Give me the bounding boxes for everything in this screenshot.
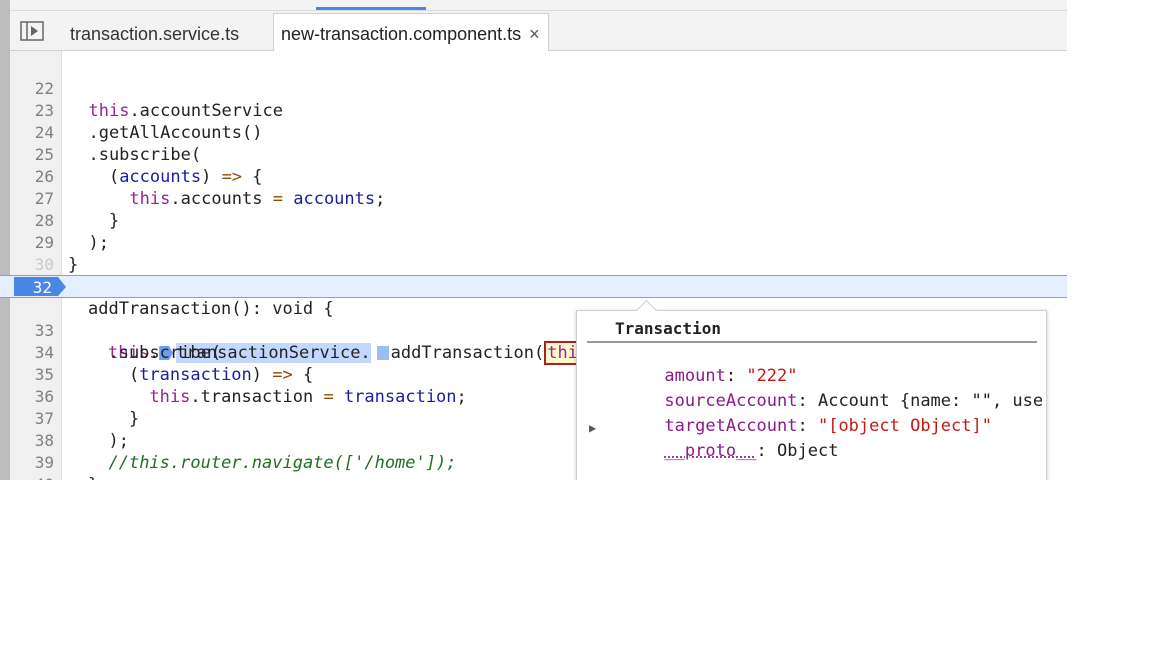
toggle-navigator-icon[interactable] [20,21,44,41]
divider [587,341,1037,343]
property-value: Object [777,441,839,461]
code-line: 24 .subscribe( [0,100,1067,165]
active-panel-indicator [316,7,426,10]
code-line: 30 [0,232,1067,274]
tab-label: transaction.service.ts [70,24,240,44]
tab-transaction-service[interactable]: transaction.service.ts [70,13,239,51]
code-line: 31 addTransaction(): void { [0,254,1067,319]
close-icon[interactable]: × [529,14,540,54]
variable-inspector-popover: Transaction amount: "222" ▶sourceAccount… [576,299,1047,480]
code-line: 27 } [0,166,1067,231]
code-line: 29 } [0,210,1067,275]
code-line: 28 ); [0,188,1067,253]
current-execution-line: 32 this. transactionService. addTransactio… [0,275,1067,365]
popover-title: Transaction [615,319,721,338]
top-toolbar [10,0,1067,11]
tab-label: new-transaction.component.ts [281,24,522,44]
code-line: 22 this.accountService [0,56,1067,121]
line-number[interactable]: 40 [10,474,54,480]
code-text: } [88,474,98,480]
property-value: "[object Object]" [817,416,992,436]
tab-new-transaction-component[interactable]: new-transaction.component.ts × [273,13,549,51]
code-line: 23 .getAllAccounts() [0,78,1067,143]
property-proto[interactable]: ▶ __proto__: Object [589,421,839,480]
code-line: 26 this.accounts = accounts; [0,144,1067,209]
expand-triangle-icon[interactable]: ▶ [589,421,596,435]
breakpoint-marker[interactable]: 32 [14,277,58,297]
code-line: 25 (accounts) => { [0,122,1067,187]
breakpoint-arrow-icon [58,277,66,296]
property-key: __proto__ [664,441,757,461]
sources-panel: transaction.service.ts new-transaction.c… [0,0,1067,480]
editor-tab-bar: transaction.service.ts new-transaction.c… [10,11,1067,51]
